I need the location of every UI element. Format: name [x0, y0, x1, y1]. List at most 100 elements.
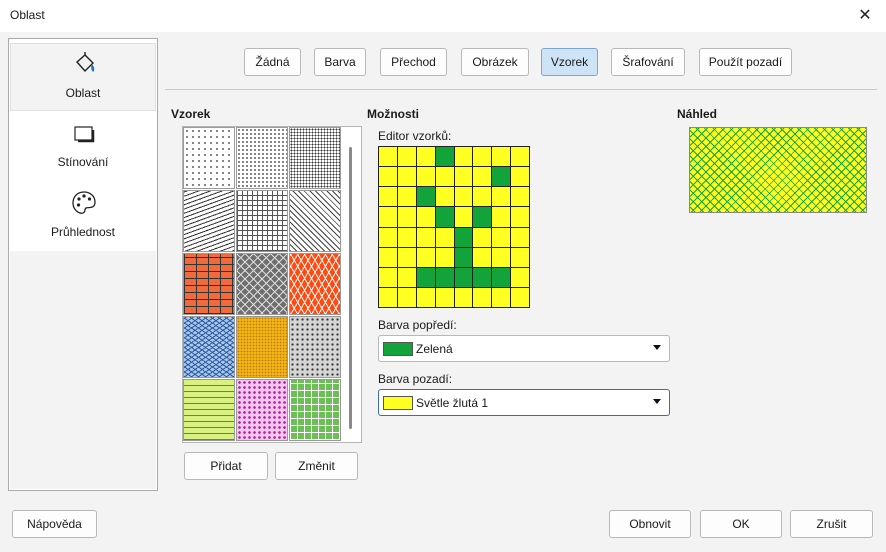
pattern-editor-cell[interactable] [511, 187, 529, 207]
pattern-editor-cell[interactable] [416, 267, 435, 287]
pattern-editor-cell[interactable] [473, 247, 492, 267]
pattern-editor-cell[interactable] [511, 267, 529, 287]
pattern-swatch-dots-medium[interactable] [236, 127, 288, 189]
pattern-editor-cell[interactable] [379, 227, 397, 247]
sidebar-item-stinovani[interactable]: Stínování [10, 113, 156, 181]
pattern-editor-cell[interactable] [435, 267, 454, 287]
pattern-swatch-grid[interactable] [236, 190, 288, 252]
reset-button[interactable]: Obnovit [609, 510, 691, 538]
pattern-editor-cell[interactable] [473, 207, 492, 227]
pattern-editor-cell[interactable] [492, 187, 511, 207]
tab-obrazek[interactable]: Obrázek [461, 48, 529, 76]
pattern-editor-cell[interactable] [454, 207, 473, 227]
pattern-swatch-dashes[interactable] [183, 379, 235, 441]
pattern-editor-cell[interactable] [435, 227, 454, 247]
pattern-editor-cell[interactable] [379, 147, 397, 167]
pattern-editor-cell[interactable] [416, 147, 435, 167]
pattern-editor-cell[interactable] [473, 267, 492, 287]
background-color-dropdown[interactable]: Světle žlutá 1 [378, 389, 670, 416]
pattern-editor-cell[interactable] [397, 147, 416, 167]
pattern-editor-cell[interactable] [435, 147, 454, 167]
pattern-swatch-diagonal[interactable] [289, 190, 341, 252]
help-button[interactable]: Nápověda [12, 510, 97, 538]
pattern-editor-cell[interactable] [416, 207, 435, 227]
add-pattern-button[interactable]: Přidat [184, 452, 268, 480]
pattern-editor-cell[interactable] [511, 247, 529, 267]
pattern-editor-cell[interactable] [454, 267, 473, 287]
pattern-editor-cell[interactable] [397, 167, 416, 187]
pattern-editor-cell[interactable] [473, 227, 492, 247]
pattern-editor-cell[interactable] [473, 167, 492, 187]
pattern-editor-cell[interactable] [492, 287, 511, 307]
pattern-editor-cell[interactable] [416, 187, 435, 207]
pattern-editor-cell[interactable] [435, 287, 454, 307]
pattern-editor-cell[interactable] [379, 287, 397, 307]
pattern-editor-cell[interactable] [492, 207, 511, 227]
pattern-editor-cell[interactable] [397, 247, 416, 267]
pattern-editor-cell[interactable] [511, 287, 529, 307]
pattern-editor-cell[interactable] [416, 167, 435, 187]
pattern-editor-cell[interactable] [379, 207, 397, 227]
pattern-editor-cell[interactable] [435, 167, 454, 187]
pattern-swatch-sand[interactable] [236, 316, 288, 378]
pattern-swatch-dots-sparse[interactable] [183, 127, 235, 189]
tab-pouzit-pozadi[interactable]: Použít pozadí [699, 48, 792, 76]
pattern-editor-cell[interactable] [397, 187, 416, 207]
pattern-swatch-lattice[interactable] [289, 316, 341, 378]
pattern-editor-cell[interactable] [435, 187, 454, 207]
pattern-editor-cell[interactable] [397, 227, 416, 247]
pattern-editor-cell[interactable] [454, 147, 473, 167]
pattern-editor-cell[interactable] [397, 207, 416, 227]
pattern-swatch-scales[interactable] [289, 253, 341, 315]
pattern-editor-cell[interactable] [511, 167, 529, 187]
pattern-editor-cell[interactable] [416, 287, 435, 307]
pattern-editor-cell[interactable] [416, 227, 435, 247]
pattern-editor-cell[interactable] [435, 247, 454, 267]
pattern-editor-cell[interactable] [511, 147, 529, 167]
tab-zadna[interactable]: Žádná [244, 48, 301, 76]
pattern-editor-cell[interactable] [379, 267, 397, 287]
tab-prechod[interactable]: Přechod [380, 48, 447, 76]
pattern-swatch-zigzag[interactable] [183, 316, 235, 378]
pattern-editor-grid[interactable] [378, 146, 530, 308]
pattern-editor-cell[interactable] [511, 227, 529, 247]
pattern-editor-cell[interactable] [379, 187, 397, 207]
pattern-editor-cell[interactable] [473, 147, 492, 167]
pattern-editor-cell[interactable] [416, 247, 435, 267]
cancel-button[interactable]: Zrušit [790, 510, 873, 538]
sidebar-item-oblast[interactable]: Oblast [10, 43, 156, 111]
pattern-editor-cell[interactable] [492, 227, 511, 247]
pattern-editor-cell[interactable] [454, 187, 473, 207]
gallery-scrollbar[interactable] [349, 147, 352, 429]
pattern-editor-cell[interactable] [454, 287, 473, 307]
pattern-editor-cell[interactable] [454, 227, 473, 247]
pattern-swatch-green-grid[interactable] [289, 379, 341, 441]
pattern-editor-cell[interactable] [492, 167, 511, 187]
change-pattern-button[interactable]: Změnit [275, 452, 358, 480]
pattern-editor-cell[interactable] [473, 287, 492, 307]
pattern-swatch-dots-pink[interactable] [236, 379, 288, 441]
pattern-editor-cell[interactable] [492, 147, 511, 167]
pattern-editor-cell[interactable] [435, 207, 454, 227]
tab-barva[interactable]: Barva [314, 48, 366, 76]
pattern-editor-cell[interactable] [473, 187, 492, 207]
tab-srafovani[interactable]: Šrafování [611, 48, 685, 76]
pattern-editor-cell[interactable] [492, 247, 511, 267]
sidebar-item-pruhlednost[interactable]: Průhlednost [10, 183, 156, 251]
pattern-editor-cell[interactable] [397, 287, 416, 307]
pattern-editor-cell[interactable] [379, 247, 397, 267]
pattern-editor-cell[interactable] [454, 167, 473, 187]
foreground-color-dropdown[interactable]: Zelená [378, 335, 670, 362]
ok-button[interactable]: OK [700, 510, 782, 538]
pattern-editor-cell[interactable] [379, 167, 397, 187]
pattern-editor-cell[interactable] [492, 267, 511, 287]
pattern-swatch-weave[interactable] [236, 253, 288, 315]
pattern-swatch-brick[interactable] [183, 253, 235, 315]
pattern-editor-cell[interactable] [511, 207, 529, 227]
pattern-editor-cell[interactable] [397, 267, 416, 287]
pattern-swatch-dots-dense[interactable] [289, 127, 341, 189]
close-icon[interactable]: ✕ [852, 3, 878, 29]
pattern-editor-cell[interactable] [454, 247, 473, 267]
pattern-swatch-wave-lines[interactable] [183, 190, 235, 252]
tab-vzorek[interactable]: Vzorek [541, 48, 598, 76]
